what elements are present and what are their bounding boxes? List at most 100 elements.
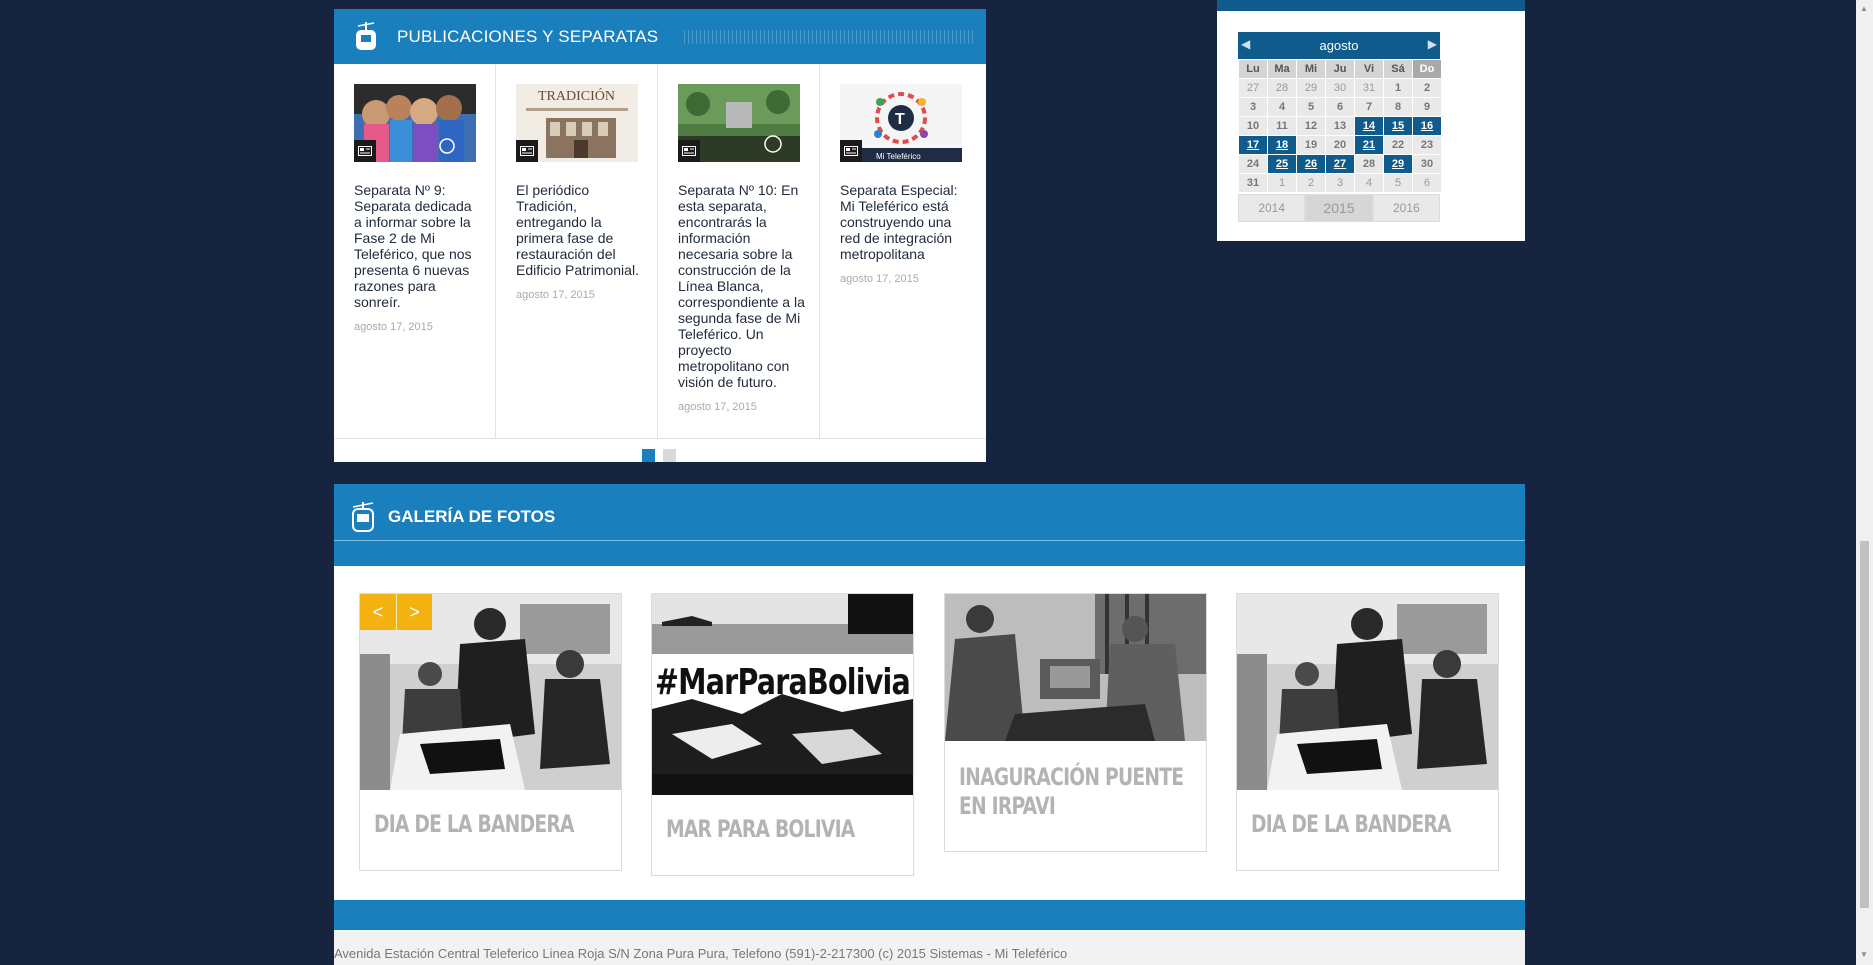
calendar-day: 13 (1326, 117, 1354, 135)
gallery-photo[interactable] (945, 594, 1206, 741)
publication-item[interactable]: Separata Nº 10: En esta separata, encont… (658, 64, 820, 438)
publication-title[interactable]: Separata Nº 9: Separata dedicada a infor… (354, 182, 482, 310)
document-icon (678, 140, 700, 162)
mar-para-bolivia-overlay: #MarParaBolivia (655, 662, 910, 703)
publication-title[interactable]: Separata Especial: Mi Teleférico está co… (840, 182, 968, 262)
calendar-day: 2 (1413, 79, 1441, 97)
calendar-day-link[interactable]: 16 (1413, 117, 1441, 135)
gallery-card-title[interactable]: INAGURACIÓN PUENTE EN IRPAVI (959, 763, 1185, 821)
publicaciones-header: PUBLICACIONES Y SEPARATAS (334, 9, 986, 64)
publication-date: agosto 17, 2015 (516, 289, 595, 301)
thumb-brand: Mi Teleférico (876, 152, 921, 161)
calendar-day: 22 (1384, 136, 1412, 154)
gallery-card[interactable]: DIA DE LA BANDERA (1236, 593, 1499, 871)
cable-car-icon (350, 502, 376, 532)
calendar-day: 28 (1268, 79, 1296, 97)
calendar-day: 9 (1413, 98, 1441, 116)
document-icon (516, 140, 538, 162)
publicaciones-pager (334, 438, 986, 462)
calendar-day: 12 (1297, 117, 1325, 135)
calendar-day-link[interactable]: 17 (1239, 136, 1267, 154)
publication-thumbnail[interactable]: TRADICIÓN (516, 84, 638, 162)
year-prev[interactable]: 2014 (1238, 194, 1306, 222)
gallery-card[interactable]: #MarParaBolivia MAR PARA BOLIVIA (651, 593, 914, 876)
calendar-day-link[interactable]: 26 (1297, 155, 1325, 173)
svg-text:T: T (895, 111, 905, 128)
publication-item[interactable]: TRADICIÓN El periódico Tradición, entreg… (496, 64, 658, 438)
gallery-photo[interactable]: #MarParaBolivia (652, 594, 913, 795)
calendar-day-link[interactable]: 14 (1355, 117, 1383, 135)
galeria-header: GALERÍA DE FOTOS (334, 484, 1525, 566)
calendar-day: 11 (1268, 117, 1296, 135)
calendar-weekday: Lu (1239, 60, 1267, 78)
document-icon (840, 140, 862, 162)
publicaciones-panel: PUBLICACIONES Y SEPARATAS Separata Nº 9:… (334, 9, 986, 462)
calendar-day: 20 (1326, 136, 1354, 154)
footer-bar (334, 900, 1525, 930)
calendar-day-link[interactable]: 18 (1268, 136, 1296, 154)
calendar-day: 24 (1239, 155, 1267, 173)
publication-thumbnail[interactable]: T Mi Teleférico (840, 84, 962, 162)
gallery-photo[interactable] (1237, 594, 1498, 790)
calendar-day: 2 (1297, 174, 1325, 192)
calendar-day: 4 (1355, 174, 1383, 192)
scroll-down-icon[interactable]: ▼ (1860, 950, 1868, 959)
publication-date: agosto 17, 2015 (840, 273, 919, 285)
calendar-day-link[interactable]: 21 (1355, 136, 1383, 154)
calendar-day-link[interactable]: 27 (1326, 155, 1354, 173)
galeria-panel: GALERÍA DE FOTOS < > DIA DE LA BANDERA #… (334, 484, 1525, 930)
header-divider (334, 540, 1525, 541)
publication-title[interactable]: El periódico Tradición, entregando la pr… (516, 182, 644, 278)
calendar-day-link[interactable]: 25 (1268, 155, 1296, 173)
pager-dot-1[interactable] (642, 449, 655, 462)
calendar-grid: Lu Ma Mi Ju Vi Sá Do 27 28 29 30 31 1 2 3 4 5 6 7 8 9 10 11 12 1… (1238, 60, 1441, 192)
calendar-weekday: Ju (1326, 60, 1354, 78)
gallery-prev-button[interactable]: < (360, 594, 396, 630)
scroll-up-icon[interactable]: ▲ (1860, 4, 1868, 13)
document-icon (354, 140, 376, 162)
calendar-weekday: Do (1413, 60, 1441, 78)
publication-item[interactable]: Separata Nº 9: Separata dedicada a infor… (334, 64, 496, 438)
gallery-card[interactable]: < > DIA DE LA BANDERA (359, 593, 622, 871)
calendar-day: 6 (1413, 174, 1441, 192)
calendar-widget: ◀ agosto ▶ Lu Ma Mi Ju Vi Sá Do 27 28 29 30 31 1 2 3 4 5… (1217, 0, 1525, 241)
footer: Avenida Estación Central Teleferico Line… (334, 930, 1525, 965)
publication-date: agosto 17, 2015 (678, 401, 757, 413)
footer-text: Avenida Estación Central Teleferico Line… (334, 946, 1068, 961)
calendar-weekday: Vi (1355, 60, 1383, 78)
publication-thumbnail[interactable] (678, 84, 800, 162)
calendar-top-strip (1217, 0, 1525, 11)
calendar-day: 1 (1384, 79, 1412, 97)
gallery-next-button[interactable]: > (396, 594, 432, 630)
calendar: ◀ agosto ▶ Lu Ma Mi Ju Vi Sá Do 27 28 29 30 31 1 2 3 4 5… (1238, 32, 1441, 222)
calendar-day: 4 (1268, 98, 1296, 116)
calendar-day: 27 (1239, 79, 1267, 97)
next-month-icon[interactable]: ▶ (1428, 37, 1437, 51)
gallery-card-title[interactable]: MAR PARA BOLIVIA (666, 815, 900, 844)
gallery-card[interactable]: INAGURACIÓN PUENTE EN IRPAVI (944, 593, 1207, 852)
calendar-day: 19 (1297, 136, 1325, 154)
calendar-header: ◀ agosto ▶ (1238, 32, 1440, 59)
calendar-day-link[interactable]: 15 (1384, 117, 1412, 135)
galeria-title: GALERÍA DE FOTOS (388, 507, 556, 526)
calendar-day: 3 (1239, 98, 1267, 116)
year-next[interactable]: 2016 (1372, 194, 1440, 222)
calendar-day: 30 (1413, 155, 1441, 173)
pager-dot-2[interactable] (663, 449, 676, 462)
calendar-day-link[interactable]: 29 (1384, 155, 1412, 173)
calendar-day: 3 (1326, 174, 1354, 192)
calendar-weekday: Sá (1384, 60, 1412, 78)
publication-item[interactable]: T Mi Teleférico Separata Especial: Mi Te… (820, 64, 986, 438)
publication-title[interactable]: Separata Nº 10: En esta separata, encont… (678, 182, 806, 390)
gallery-card-title[interactable]: DIA DE LA BANDERA (374, 810, 608, 839)
publication-thumbnail[interactable] (354, 84, 476, 162)
scrollbar-thumb[interactable] (1860, 541, 1869, 908)
calendar-day: 1 (1268, 174, 1296, 192)
gallery-photo[interactable]: < > (360, 594, 621, 790)
calendar-weekday: Mi (1297, 60, 1325, 78)
calendar-day: 5 (1297, 98, 1325, 116)
calendar-day: 7 (1355, 98, 1383, 116)
gallery-card-title[interactable]: DIA DE LA BANDERA (1251, 810, 1485, 839)
prev-month-icon[interactable]: ◀ (1241, 37, 1250, 51)
page-scrollbar[interactable]: ▲ ▼ (1856, 0, 1873, 965)
